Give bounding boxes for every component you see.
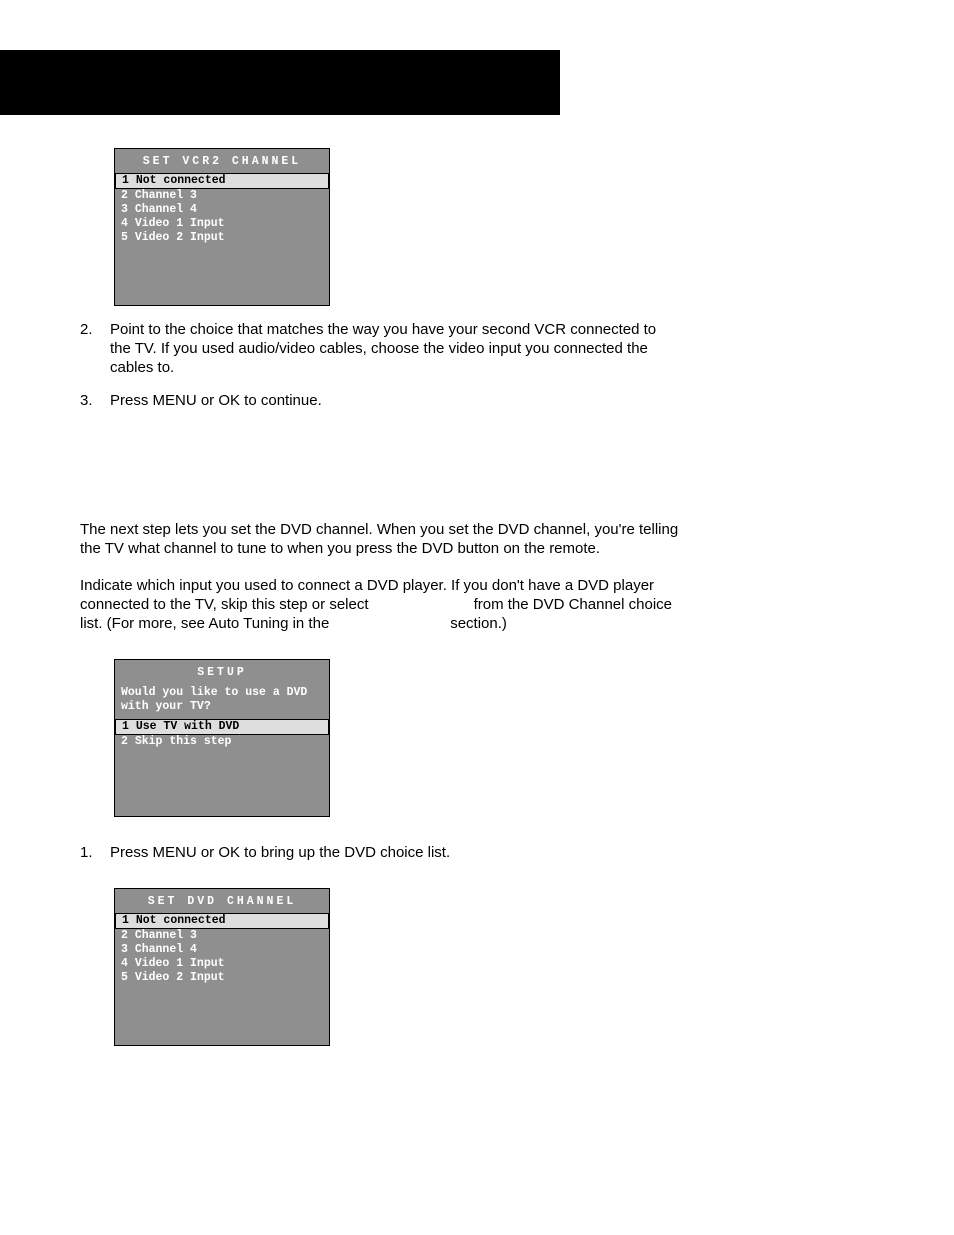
menu-item-selected: 1 Not connected <box>115 173 329 189</box>
menu-item: 2 Skip this step <box>115 735 329 749</box>
menu-item-selected: 1 Not connected <box>115 913 329 929</box>
menu-panel-vcr2: SET VCR2 CHANNEL 1 Not connected 2 Chann… <box>114 148 330 306</box>
menu-question: Would you like to use a DVD with your TV… <box>115 684 329 718</box>
step-2: 2. Point to the choice that matches the … <box>80 320 680 377</box>
menu-item: 4 Video 1 Input <box>115 217 329 231</box>
text-span: section.) <box>446 615 507 632</box>
step-text: Press MENU or OK to continue. <box>110 391 322 410</box>
menu-title: SET DVD CHANNEL <box>115 895 329 909</box>
step-3: 3. Press MENU or OK to continue. <box>80 391 680 410</box>
menu-panel-dvd: SET DVD CHANNEL 1 Not connected 2 Channe… <box>114 888 330 1046</box>
step-number: 2. <box>80 320 110 377</box>
page-content: SET VCR2 CHANNEL 1 Not connected 2 Chann… <box>80 148 680 1046</box>
menu-item: 3 Channel 4 <box>115 943 329 957</box>
menu-item: 2 Channel 3 <box>115 189 329 203</box>
italic-text: Not connected <box>373 596 470 613</box>
step-1-dvd: 1. Press MENU or OK to bring up the DVD … <box>80 843 680 862</box>
menu-item: 5 Video 2 Input <box>115 231 329 245</box>
menu-item: 5 Video 2 Input <box>115 971 329 985</box>
menu-item: 4 Video 1 Input <box>115 957 329 971</box>
section-heading-dvd: Set the DVD Channel <box>80 438 680 462</box>
header-black-bar <box>0 50 560 115</box>
menu-item: 2 Channel 3 <box>115 929 329 943</box>
paragraph: Indicate which input you used to connect… <box>80 576 680 633</box>
paragraph: The next step lets you set the DVD chann… <box>80 520 680 558</box>
menu-item-selected: 1 Use TV with DVD <box>115 719 329 735</box>
step-number: 1. <box>80 843 110 862</box>
menu-title: SET VCR2 CHANNEL <box>115 155 329 169</box>
step-number: 3. <box>80 391 110 410</box>
menu-title: SETUP <box>115 666 329 680</box>
step-text: Point to the choice that matches the way… <box>110 320 680 377</box>
menu-item: 3 Channel 4 <box>115 203 329 217</box>
step-text: Press MENU or OK to bring up the DVD cho… <box>110 843 450 862</box>
italic-text: Using the Menus <box>333 615 446 632</box>
menu-panel-setup: SETUP Would you like to use a DVD with y… <box>114 659 330 817</box>
